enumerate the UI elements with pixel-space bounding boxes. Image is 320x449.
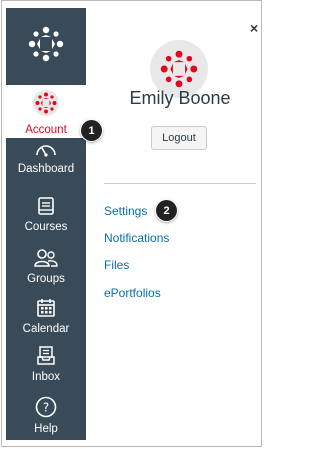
courses-icon (6, 196, 86, 219)
nav-item-label: Calendar (22, 323, 70, 335)
canvas-logo-icon[interactable] (6, 8, 86, 80)
nav-item-account[interactable]: Account (6, 85, 86, 138)
nav-item-courses[interactable]: Courses (6, 196, 86, 233)
help-icon: ? (6, 396, 86, 421)
logout-button[interactable]: Logout (151, 126, 207, 150)
files-link[interactable]: Files (104, 258, 129, 272)
calendar-icon (6, 298, 86, 321)
nav-item-label: Account (25, 124, 67, 136)
notifications-link[interactable]: Notifications (104, 231, 169, 245)
inbox-icon (6, 346, 86, 369)
dashboard-icon (6, 140, 86, 161)
nav-item-label: Dashboard (17, 163, 75, 175)
tray-divider (104, 183, 256, 184)
account-avatar-icon (6, 89, 86, 120)
user-display-name: Emily Boone (129, 88, 231, 108)
nav-item-calendar[interactable]: Calendar (6, 298, 86, 335)
close-tray-button[interactable]: × (250, 20, 258, 36)
nav-item-label: Inbox (31, 371, 61, 383)
groups-icon (6, 248, 86, 271)
canvas-avatar-icon (160, 50, 198, 88)
nav-item-groups[interactable]: Groups (6, 248, 86, 285)
nav-item-label: Courses (24, 221, 68, 233)
step-badge-2: 2 (156, 200, 177, 221)
nav-item-label: Help (34, 423, 58, 435)
nav-item-label: Groups (27, 273, 65, 285)
global-navigation: Account Dashboard Courses Groups Calenda… (6, 8, 86, 440)
nav-item-inbox[interactable]: Inbox (6, 346, 86, 383)
svg-text:?: ? (43, 401, 49, 415)
nav-item-help[interactable]: ? Help (6, 396, 86, 435)
step-badge-1: 1 (81, 120, 102, 141)
nav-item-dashboard[interactable]: Dashboard (6, 140, 86, 175)
settings-link[interactable]: Settings (104, 204, 147, 218)
eportfolios-link[interactable]: ePortfolios (104, 286, 161, 300)
